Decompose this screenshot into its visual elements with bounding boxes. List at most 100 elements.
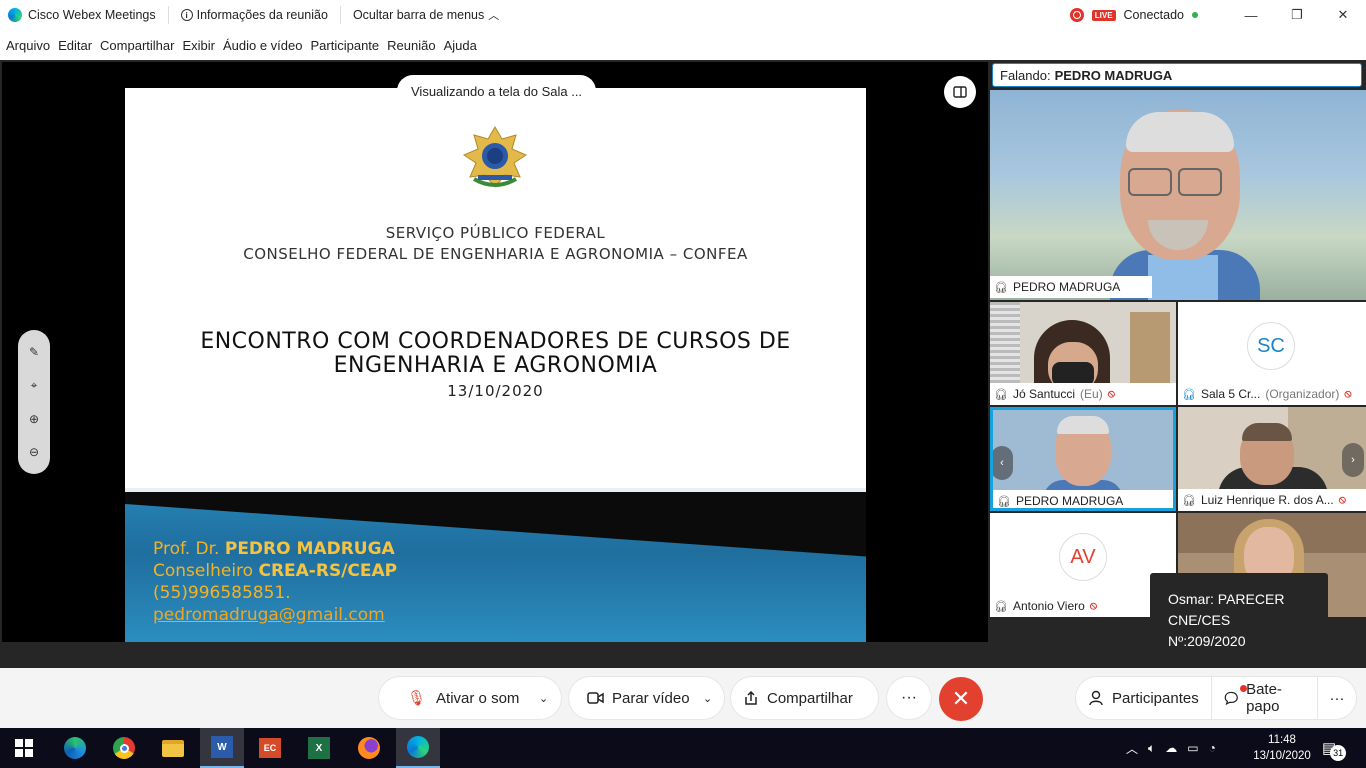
wifi-icon[interactable]: ◔ (1209, 741, 1216, 755)
active-speaker-bar: Falando: PEDRO MADRUGA (992, 63, 1362, 87)
end-meeting-button[interactable]: ✕ (939, 677, 983, 721)
participant-tile-luiz[interactable]: › 🎧︎ Luiz Henrique R. dos A... ⦸ (1178, 407, 1366, 511)
connection-status: Conectado (1123, 8, 1184, 22)
more-options-button[interactable]: ··· (887, 677, 931, 719)
clock-time: 11:48 (1268, 734, 1296, 746)
participant-name-antonio: Antonio Viero (1012, 599, 1085, 613)
battery-icon[interactable]: ▭ (1187, 741, 1198, 755)
zoom-out-icon[interactable]: ⊖ (29, 445, 39, 459)
meeting-info-label: Informações da reunião (196, 8, 328, 22)
participant-tile-pedro[interactable]: ‹ 🎧︎ PEDRO MADRUGA (990, 407, 1176, 511)
app-title: Cisco Webex Meetings (8, 8, 156, 22)
meeting-controls: 🎙︎ Ativar o som ⌄ Parar vídeo ⌄ Comparti… (0, 668, 1366, 728)
author-prefix: Prof. Dr. (153, 539, 225, 559)
speaker-volume-icon[interactable]: 🔈︎ (1148, 741, 1155, 756)
brazil-coat-of-arms-icon (462, 126, 528, 188)
taskbar-excel[interactable]: X (305, 734, 333, 762)
panel-more-button[interactable]: ··· (1318, 677, 1356, 719)
annotation-toolbar: ✎ ⌖ ⊕ ⊖ (18, 330, 50, 474)
live-badge: LIVE (1091, 9, 1116, 21)
meeting-info-button[interactable]: i Informações da reunião (180, 8, 328, 22)
participant-tag-me: (Eu) (1080, 387, 1103, 401)
taskbar-explorer[interactable] (159, 734, 187, 762)
minimize-button[interactable]: — (1228, 0, 1274, 30)
participant-name-jo: Jó Santucci (1012, 387, 1076, 401)
taskbar-webex[interactable] (396, 728, 440, 768)
stop-video-button[interactable]: Parar vídeo (569, 690, 697, 707)
slide-date: 13/10/2020 (447, 382, 544, 400)
unread-dot (1239, 685, 1247, 692)
notification-center-button[interactable]: ▤ 31 (1322, 728, 1347, 768)
slide-header-line1: SERVIÇO PÚBLICO FEDERAL (385, 224, 606, 242)
pointer-icon[interactable]: ⌖ (31, 378, 38, 393)
participant-name-tag: 🎧︎ PEDRO MADRUGA (993, 490, 1173, 508)
chat-label: Bate-papo (1246, 681, 1282, 715)
speaker-name-tag: 🎧︎ PEDRO MADRUGA (990, 276, 1152, 298)
video-camera-icon (587, 692, 604, 704)
hide-menu-label: Ocultar barra de menus (352, 8, 485, 22)
participant-tag-organizer: (Organizador) (1265, 387, 1340, 401)
taskbar-chrome[interactable] (110, 734, 138, 762)
role-prefix: Conselheiro (153, 561, 259, 581)
share-button[interactable]: Compartilhar (731, 677, 878, 719)
active-speaker-video[interactable]: 🎧︎ PEDRO MADRUGA (990, 90, 1366, 300)
taskbar-word[interactable]: W (200, 728, 244, 768)
menu-arquivo[interactable]: Arquivo (6, 38, 50, 53)
hide-menu-button[interactable]: Ocultar barra de menus ︿ (353, 7, 499, 23)
annotate-icon[interactable]: ✎ (29, 345, 39, 359)
recording-icon[interactable] (1069, 8, 1084, 22)
luiz-hair (1242, 423, 1292, 441)
presentation-app-icon: EC (259, 738, 281, 758)
chevron-down-icon[interactable]: ⌄ (703, 692, 712, 705)
menu-reuniao[interactable]: Reunião (387, 38, 435, 53)
close-window-button[interactable]: ✕ (1320, 0, 1366, 30)
chat-notification-tooltip[interactable]: Osmar: PARECER CNE/CES Nº:209/2020 (1150, 573, 1328, 665)
zoom-in-icon[interactable]: ⊕ (29, 412, 39, 426)
onedrive-cloud-icon[interactable]: ☁ (1165, 741, 1177, 755)
participant-name-luiz: Luiz Henrique R. dos A... (1200, 493, 1334, 507)
participants-button[interactable]: Participantes (1076, 677, 1211, 719)
muted-mic-icon: ⦸ (1107, 387, 1115, 400)
unmute-label: Ativar o som (436, 689, 520, 707)
speaker-name: PEDRO MADRUGA (1054, 67, 1173, 83)
chat-bubble-icon (1224, 691, 1238, 706)
speaker-shirt (1148, 255, 1218, 300)
tooltip-line1: Osmar: PARECER (1168, 591, 1285, 607)
taskbar-app-red[interactable]: EC (256, 734, 284, 762)
menu-compartilhar[interactable]: Compartilhar (100, 38, 174, 53)
participant-tile-jo[interactable]: 🎧︎ Jó Santucci (Eu) ⦸ (990, 302, 1176, 405)
taskbar-edge[interactable] (61, 734, 89, 762)
presentation-slide: SERVIÇO PÚBLICO FEDERAL CONSELHO FEDERAL… (125, 88, 866, 642)
menu-audio-video[interactable]: Áudio e vídeo (223, 38, 303, 53)
viewing-screen-label[interactable]: Visualizando a tela do Sala ... (397, 75, 597, 107)
webex-logo-icon (8, 8, 22, 22)
scroll-left-button[interactable]: ‹ (993, 446, 1013, 480)
menu-editar[interactable]: Editar (58, 38, 92, 53)
menu-exibir[interactable]: Exibir (182, 38, 215, 53)
author-line: Prof. Dr. PEDRO MADRUGA (153, 538, 397, 560)
scroll-right-button[interactable]: › (1342, 443, 1364, 477)
edge-icon (64, 737, 86, 759)
system-tray: ︿ 🔈︎ ☁ ▭ ◔ (1126, 728, 1216, 768)
unmute-button[interactable]: 🎙︎ Ativar o som (379, 689, 529, 708)
person-icon (1089, 690, 1103, 706)
chevron-down-icon[interactable]: ⌄ (539, 692, 548, 705)
windows-taskbar: W EC X ︿ 🔈︎ ☁ ▭ ◔ 11:48 13/10/2020 ▤ 31 (0, 728, 1366, 768)
taskbar-firefox[interactable] (355, 734, 383, 762)
start-button[interactable] (10, 734, 38, 762)
layout-toggle-button[interactable] (944, 76, 976, 108)
firefox-icon (358, 737, 380, 759)
show-hidden-icons[interactable]: ︿ (1126, 740, 1138, 757)
menu-participante[interactable]: Participante (311, 38, 380, 53)
chat-button[interactable]: Bate-papo (1212, 677, 1318, 719)
info-icon: i (180, 9, 193, 21)
restore-button[interactable]: ❐ (1274, 0, 1320, 30)
participant-tile-sala[interactable]: SC 🎧︎ Sala 5 Cr... (Organizador) ⦸ (1178, 302, 1366, 405)
unmute-control: 🎙︎ Ativar o som ⌄ (379, 677, 561, 719)
menu-ajuda[interactable]: Ajuda (444, 38, 477, 53)
slide-author-block: Prof. Dr. PEDRO MADRUGA Conselheiro CREA… (153, 538, 397, 626)
taskbar-clock[interactable]: 11:48 13/10/2020 (1250, 732, 1314, 764)
close-icon: ✕ (951, 686, 971, 711)
windows-logo-icon (15, 739, 33, 757)
participant-tile-antonio[interactable]: AV 🎧︎ Antonio Viero ⦸ (990, 513, 1176, 617)
